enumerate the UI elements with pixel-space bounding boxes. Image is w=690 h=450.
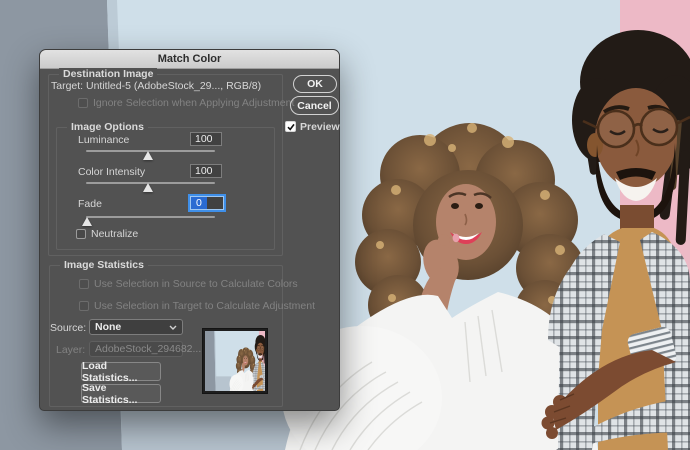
preview-checkbox[interactable]: [285, 121, 296, 132]
color-intensity-value: 100: [195, 165, 213, 177]
use-target-checkbox: [79, 301, 89, 311]
use-source-checkbox: [79, 279, 89, 289]
source-preview-thumbnail: [202, 328, 268, 394]
load-statistics-label: Load Statistics...: [82, 360, 160, 384]
layer-dropdown: AdobeStock_294682...: [89, 341, 183, 357]
fade-slider-thumb[interactable]: [82, 217, 92, 226]
source-dropdown[interactable]: None: [89, 319, 183, 335]
cancel-button[interactable]: Cancel: [290, 96, 339, 115]
fade-slider-track[interactable]: [86, 216, 215, 218]
source-preview-image: [205, 331, 265, 391]
luminance-slider[interactable]: [86, 150, 215, 160]
save-statistics-label: Save Statistics...: [82, 382, 160, 406]
ignore-selection-label: Ignore Selection when Applying Adjustmen…: [93, 97, 294, 109]
chevron-down-icon: [169, 325, 177, 330]
color-intensity-slider[interactable]: [86, 182, 215, 192]
screenshot-stage: Match Color Destination Image Target: Un…: [0, 0, 690, 450]
color-intensity-label: Color Intensity: [78, 166, 145, 178]
use-source-label: Use Selection in Source to Calculate Col…: [94, 278, 298, 290]
image-statistics-legend: Image Statistics: [60, 259, 148, 271]
color-intensity-slider-thumb[interactable]: [143, 183, 153, 192]
luminance-slider-thumb[interactable]: [143, 151, 153, 160]
target-value: Untitled-5 (AdobeStock_29..., RGB/8): [86, 80, 261, 92]
check-icon: [287, 123, 295, 131]
dialog-title: Match Color: [158, 53, 222, 65]
luminance-value: 100: [195, 133, 213, 145]
cancel-button-label: Cancel: [297, 100, 331, 112]
source-label: Source:: [50, 322, 86, 334]
fade-input[interactable]: 0: [190, 196, 224, 210]
source-value: None: [95, 321, 121, 333]
neutralize-label: Neutralize: [91, 228, 138, 240]
target-label: Target:: [51, 80, 83, 92]
load-statistics-button[interactable]: Load Statistics...: [81, 362, 161, 381]
image-options-legend: Image Options: [67, 121, 148, 133]
luminance-input[interactable]: 100: [190, 132, 222, 146]
luminance-label: Luminance: [78, 134, 129, 146]
fade-slider[interactable]: [86, 216, 215, 226]
ignore-selection-checkbox: [78, 98, 88, 108]
use-target-label: Use Selection in Target to Calculate Adj…: [94, 300, 315, 312]
ok-button-label: OK: [307, 78, 323, 90]
layer-value: AdobeStock_294682...: [95, 343, 201, 355]
preview-label: Preview: [300, 121, 340, 133]
save-statistics-button[interactable]: Save Statistics...: [81, 384, 161, 403]
neutralize-checkbox[interactable]: [76, 229, 86, 239]
fade-label: Fade: [78, 198, 102, 210]
dialog-titlebar[interactable]: Match Color: [40, 50, 339, 69]
destination-image-legend: Destination Image: [59, 68, 157, 80]
layer-label: Layer:: [56, 344, 85, 356]
fade-value-selected: 0: [191, 197, 207, 209]
match-color-dialog: Match Color Destination Image Target: Un…: [39, 49, 340, 411]
color-intensity-input[interactable]: 100: [190, 164, 222, 178]
ok-button[interactable]: OK: [293, 75, 337, 93]
